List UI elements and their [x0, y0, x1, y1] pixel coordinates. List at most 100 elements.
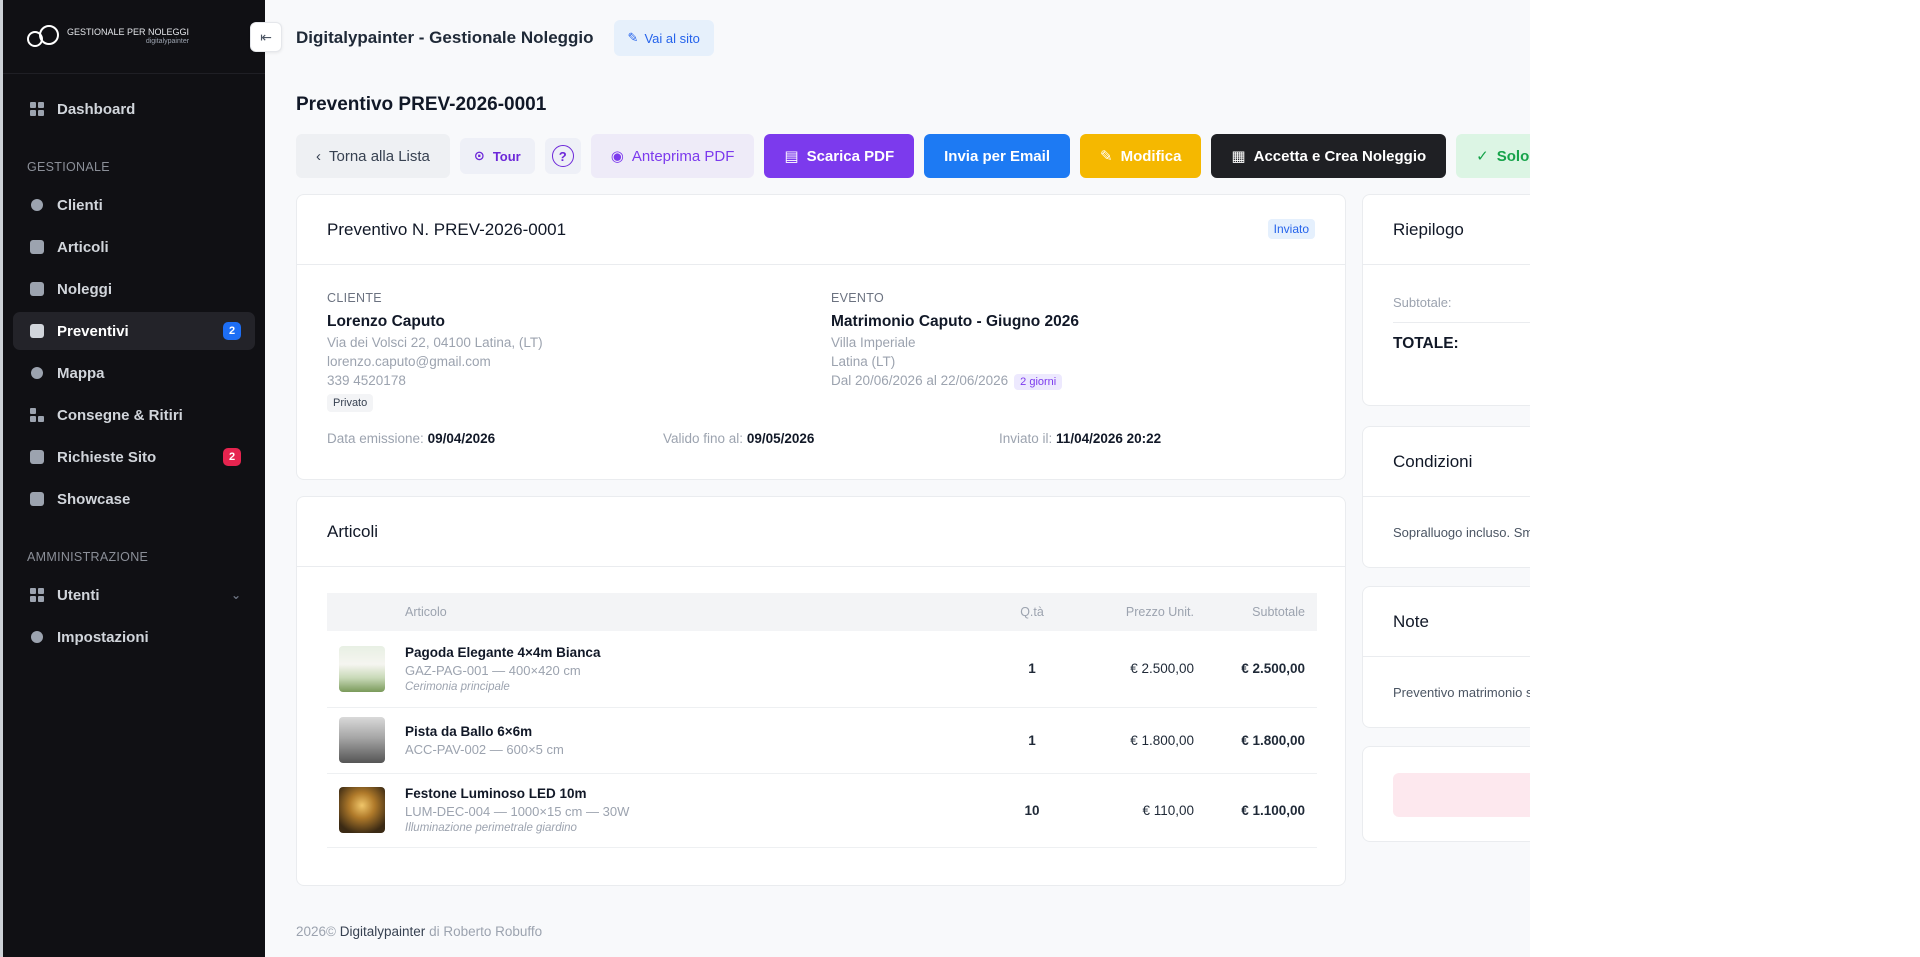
- sidebar-item-mappa[interactable]: Mappa: [13, 354, 255, 392]
- sidebar-nav: Dashboard GESTIONALE Clienti Articoli No…: [3, 74, 265, 672]
- sidebar-item-richieste[interactable]: Richieste Sito 2: [13, 438, 255, 476]
- arrow-left-icon: ⇤: [260, 28, 272, 45]
- sidebar-item-clienti[interactable]: Clienti: [13, 186, 255, 224]
- collapse-sidebar-button[interactable]: ⇤: [250, 22, 282, 52]
- play-circle-icon: ⊙: [473, 148, 485, 163]
- notes-title: Note: [1363, 587, 1530, 657]
- gear-icon: [29, 629, 45, 645]
- notes-card: Note Preventivo matrimonio s: [1362, 586, 1530, 728]
- section-amministrazione: AMMINISTRAZIONE: [27, 550, 149, 564]
- client-name: Lorenzo Caputo: [327, 313, 445, 330]
- back-to-list-label: Torna alla Lista: [329, 147, 430, 165]
- sidebar-item-utenti[interactable]: Utenti ⌄: [13, 576, 255, 614]
- client-label: CLIENTE: [327, 291, 382, 305]
- event-label: EVENTO: [831, 291, 884, 305]
- chevron-down-icon: ⌄: [230, 588, 241, 602]
- send-email-button[interactable]: Invia per Email: [924, 134, 1070, 178]
- product-sku: ACC-PAV-002 — 600×5 cm: [405, 741, 564, 757]
- article-column-header: Articolo: [405, 593, 992, 631]
- valid-label: Valido fino al:: [663, 431, 744, 446]
- preview-pdf-button[interactable]: ◉ Anteprima PDF: [590, 134, 755, 178]
- visit-site-button[interactable]: ✎ Vai al sito: [613, 20, 714, 56]
- product-qty: 1: [992, 631, 1072, 708]
- sidebar-item-impostazioni[interactable]: Impostazioni: [13, 618, 255, 656]
- product-sku: GAZ-PAG-001 — 400×420 cm: [405, 662, 581, 678]
- status-badge: Inviato: [1267, 219, 1315, 239]
- sidebar-item-showcase[interactable]: Showcase: [13, 480, 255, 518]
- client-email: lorenzo.caputo@gmail.com: [327, 354, 491, 369]
- sidebar-item-label: Articoli: [57, 238, 109, 256]
- valid-date: 09/05/2026: [746, 431, 815, 446]
- issue-date: 09/04/2026: [427, 431, 496, 446]
- tour-button[interactable]: ⊙ Tour: [459, 138, 535, 174]
- client-address: Via dei Volsci 22, 04100 Latina, (LT): [327, 335, 543, 350]
- app-title: Digitalypainter - Gestionale Noleggio: [296, 28, 594, 47]
- section-gestionale: GESTIONALE: [27, 160, 110, 174]
- footer-year: 2026©: [296, 924, 336, 939]
- sidebar-item-label: Richieste Sito: [57, 448, 157, 466]
- app-window: GESTIONALE PER NOLEGGI digitalypainter D…: [0, 0, 1530, 957]
- sidebar-item-preventivi[interactable]: Preventivi 2: [13, 312, 255, 350]
- product-name: Festone Luminoso LED 10m: [405, 786, 587, 801]
- sidebar-item-label: Utenti: [57, 586, 100, 604]
- edit-label: Modifica: [1120, 147, 1182, 165]
- client-phone: 339 4520178: [327, 373, 406, 388]
- table-row[interactable]: Pagoda Elegante 4×4m Bianca GAZ-PAG-001 …: [327, 631, 1317, 708]
- help-button[interactable]: ?: [544, 138, 581, 174]
- sidebar-item-label: Preventivi: [57, 322, 129, 340]
- only-button[interactable]: ✓ Solo S: [1456, 134, 1530, 178]
- event-dates: Dal 20/06/2026 al 22/06/2026: [831, 373, 1009, 388]
- client-section: CLIENTE Lorenzo Caputo Via dei Volsci 22…: [327, 291, 807, 412]
- product-qty: 1: [992, 707, 1072, 774]
- sidebar: GESTIONALE PER NOLEGGI digitalypainter D…: [0, 0, 265, 957]
- danger-action-card: [1362, 746, 1530, 842]
- articles-title: Articoli: [327, 521, 379, 541]
- footer-brand-link[interactable]: Digitalypainter: [340, 924, 426, 939]
- client-type-tag: Privato: [327, 394, 374, 412]
- pencil-icon: ✎: [1100, 148, 1113, 165]
- brand-line1: GESTIONALE PER NOLEGGI: [67, 26, 190, 37]
- product-subtotal: € 1.800,00: [1202, 707, 1317, 774]
- sidebar-item-label: Consegne & Ritiri: [57, 406, 183, 424]
- document-icon: [29, 323, 45, 339]
- event-name: Matrimonio Caputo - Giugno 2026: [831, 313, 1080, 330]
- visit-site-label: Vai al sito: [644, 30, 700, 46]
- send-email-label: Invia per Email: [944, 147, 1050, 165]
- brand-logo[interactable]: GESTIONALE PER NOLEGGI digitalypainter: [3, 0, 265, 74]
- sidebar-item-noleggi[interactable]: Noleggi: [13, 270, 255, 308]
- event-section: EVENTO Matrimonio Caputo - Giugno 2026 V…: [831, 291, 1311, 390]
- articles-card-header: Articoli: [297, 497, 1345, 567]
- unit-price-column-header: Prezzo Unit.: [1072, 593, 1202, 631]
- richieste-count-badge: 2: [223, 448, 241, 466]
- download-pdf-label: Scarica PDF: [806, 147, 895, 165]
- table-row[interactable]: Festone Luminoso LED 10m LUM-DEC-004 — 1…: [327, 773, 1317, 848]
- issue-label: Data emissione:: [327, 431, 424, 446]
- articles-card: Articoli Articolo Q.tà Prezzo Unit. Subt…: [296, 496, 1346, 886]
- product-thumbnail: [339, 645, 385, 692]
- box-icon: [29, 239, 45, 255]
- table-row[interactable]: Pista da Ballo 6×6m ACC-PAV-002 — 600×5 …: [327, 707, 1317, 774]
- action-toolbar: ‹ Torna alla Lista ⊙ Tour ? ◉ Anteprima …: [296, 134, 1530, 178]
- download-pdf-button[interactable]: ▤ Scarica PDF: [764, 134, 915, 178]
- danger-action-button[interactable]: [1393, 773, 1530, 817]
- summary-subtotal-label: Subtotale:: [1393, 295, 1452, 310]
- conditions-text: Sopralluogo incluso. Sm: [1393, 525, 1530, 540]
- sent-date-row: Inviato il: 11/04/2026 20:22: [999, 431, 1161, 446]
- sidebar-item-label: Showcase: [57, 490, 131, 508]
- check-circle-icon: ✓: [1476, 148, 1489, 165]
- accept-create-rental-button[interactable]: ▦ Accetta e Crea Noleggio: [1211, 134, 1447, 178]
- calendar-check-icon: ▦: [1231, 148, 1246, 165]
- sidebar-item-dashboard[interactable]: Dashboard: [13, 90, 255, 128]
- articles-table: Articolo Q.tà Prezzo Unit. Subtotale Pag…: [327, 593, 1317, 848]
- logo-icon: [27, 24, 61, 49]
- map-pin-icon: [29, 365, 45, 381]
- edit-button[interactable]: ✎ Modifica: [1080, 134, 1202, 178]
- sidebar-item-consegne[interactable]: Consegne & Ritiri: [13, 396, 255, 434]
- product-name: Pagoda Elegante 4×4m Bianca: [405, 644, 601, 660]
- product-qty: 10: [992, 773, 1072, 848]
- accept-label: Accetta e Crea Noleggio: [1253, 147, 1427, 165]
- sidebar-item-label: Impostazioni: [57, 628, 149, 646]
- back-to-list-button[interactable]: ‹ Torna alla Lista: [296, 134, 450, 178]
- sent-label: Inviato il:: [999, 431, 1053, 446]
- sidebar-item-articoli[interactable]: Articoli: [13, 228, 255, 266]
